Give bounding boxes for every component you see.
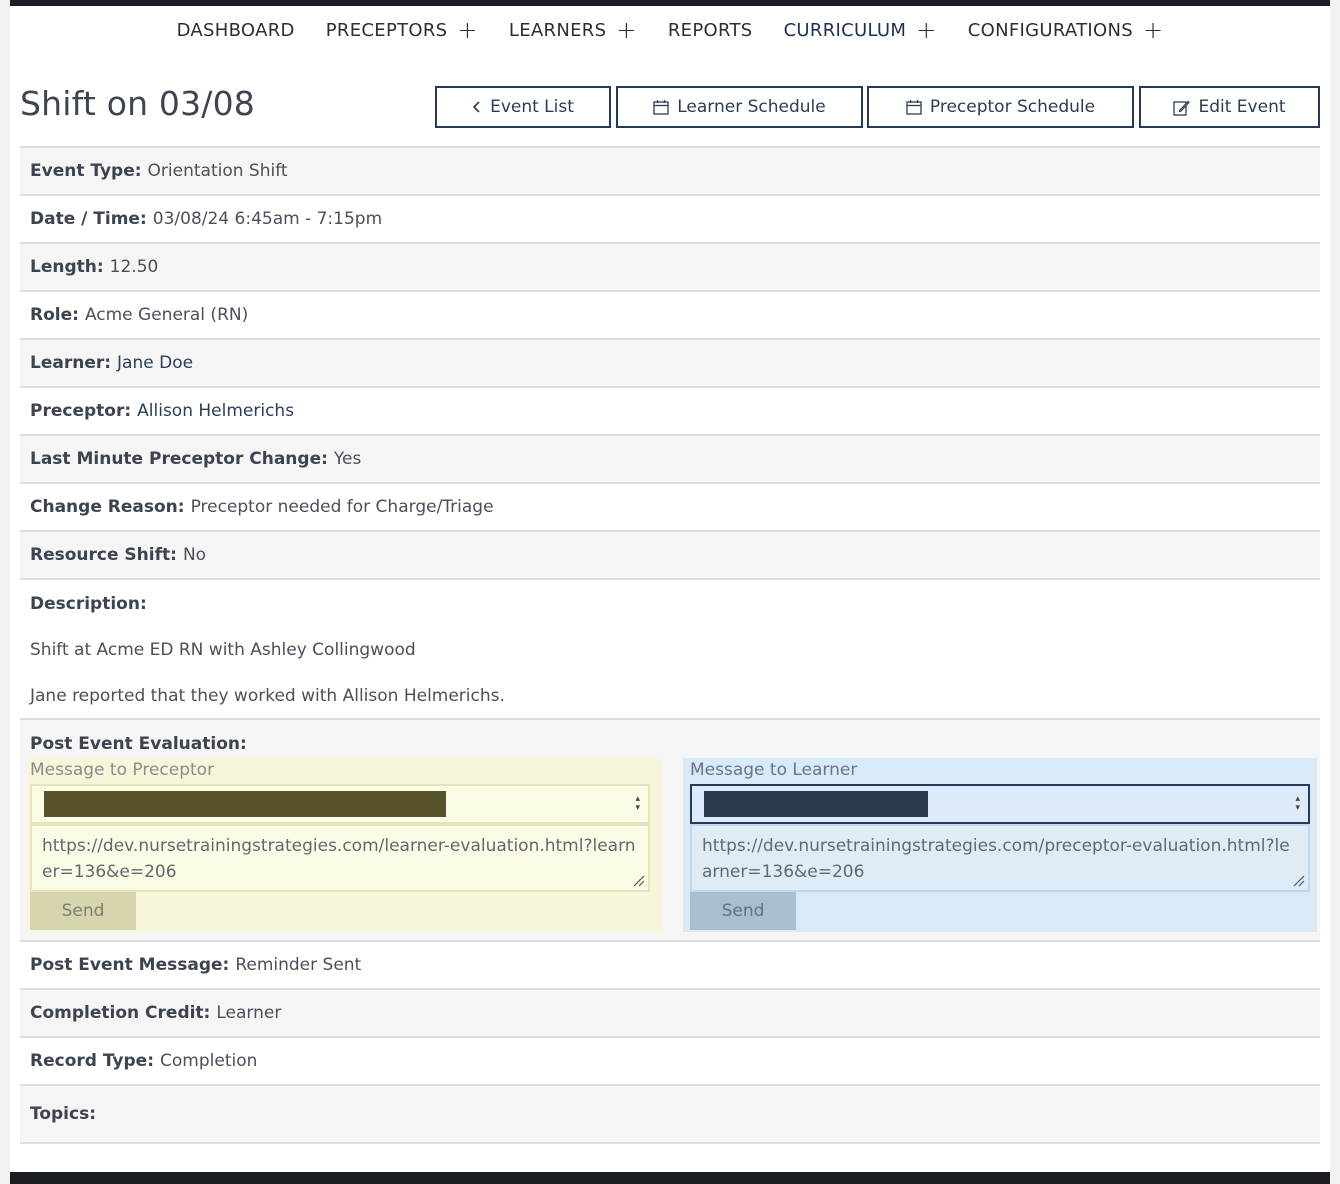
evaluation-label: Post Event Evaluation: xyxy=(30,734,247,754)
nav-curriculum[interactable]: CURRICULUM + xyxy=(784,18,937,44)
event-details: Event Type: Orientation Shift Date / Time… xyxy=(20,146,1320,1144)
detail-value: Learner xyxy=(216,1003,282,1023)
post-event-evaluation: Post Event Evaluation: Message to Precep… xyxy=(20,718,1320,940)
edit-event-button[interactable]: Edit Event xyxy=(1139,86,1320,128)
edit-event-label: Edit Event xyxy=(1198,97,1286,117)
calendar-icon xyxy=(653,100,669,115)
description-label: Description: xyxy=(30,594,147,614)
detail-label: Event Type: xyxy=(30,161,142,181)
detail-label: Learner: xyxy=(30,353,112,373)
learner-message-url: https://dev.nursetrainingstrategies.com/… xyxy=(702,836,1290,882)
preceptor-message-url: https://dev.nursetrainingstrategies.com/… xyxy=(42,836,636,882)
detail-row-last-minute-change: Last Minute Preceptor Change: Yes xyxy=(20,434,1320,482)
nav-preceptors-label: PRECEPTORS xyxy=(325,20,448,41)
detail-label: Preceptor: xyxy=(30,401,132,421)
nav-curriculum-label: CURRICULUM xyxy=(783,20,907,41)
resize-grip-icon[interactable] xyxy=(1293,875,1305,887)
detail-row-topics: Topics: xyxy=(20,1084,1320,1142)
detail-row-event-type: Event Type: Orientation Shift xyxy=(20,146,1320,194)
nav-configurations[interactable]: CONFIGURATIONS + xyxy=(968,18,1164,44)
detail-value: Completion xyxy=(160,1051,258,1071)
learner-message-textarea[interactable]: https://dev.nursetrainingstrategies.com/… xyxy=(690,824,1310,892)
detail-row-record-type: Record Type: Completion xyxy=(20,1036,1320,1084)
description-line: Jane reported that they worked with Alli… xyxy=(30,686,505,706)
nav-preceptors[interactable]: PRECEPTORS + xyxy=(326,18,478,44)
resize-grip-icon[interactable] xyxy=(633,875,645,887)
nav-configurations-label: CONFIGURATIONS xyxy=(967,20,1133,41)
description-section: Description: Shift at Acme ED RN with As… xyxy=(20,578,1320,718)
preceptor-recipient-select[interactable]: ▴ ▾ xyxy=(30,784,650,824)
detail-row-post-event-message: Post Event Message: Reminder Sent xyxy=(20,940,1320,988)
detail-label: Record Type: xyxy=(30,1051,155,1071)
learner-message-panel: Message to Learner ▴ ▾ https://dev.nurset… xyxy=(683,758,1317,932)
event-list-button[interactable]: Event List xyxy=(435,86,611,128)
main-nav: DASHBOARD PRECEPTORS + LEARNERS + REPORTS … xyxy=(10,18,1330,44)
learner-schedule-button[interactable]: Learner Schedule xyxy=(616,86,863,128)
nav-learners-label: LEARNERS xyxy=(508,20,607,41)
redacted-value xyxy=(44,791,446,817)
detail-value: 03/08/24 6:45am - 7:15pm xyxy=(152,209,383,229)
detail-label: Completion Credit: xyxy=(30,1003,211,1023)
preceptor-link[interactable]: Allison Helmerichs xyxy=(137,401,294,421)
nav-reports-label: REPORTS xyxy=(667,20,753,41)
detail-label: Role: xyxy=(30,305,79,325)
edit-icon xyxy=(1173,100,1191,116)
detail-value: Orientation Shift xyxy=(147,161,288,181)
detail-value: Reminder Sent xyxy=(235,955,362,975)
select-arrows-icon: ▴ ▾ xyxy=(635,794,640,813)
nav-dashboard-label: DASHBOARD xyxy=(176,20,295,41)
learner-schedule-label: Learner Schedule xyxy=(677,97,826,117)
detail-row-length: Length: 12.50 xyxy=(20,242,1320,290)
detail-row-resource-shift: Resource Shift: No xyxy=(20,530,1320,578)
learner-link[interactable]: Jane Doe xyxy=(117,353,193,373)
event-list-label: Event List xyxy=(490,97,574,117)
detail-label: Resource Shift: xyxy=(30,545,177,565)
detail-label: Topics: xyxy=(30,1104,97,1124)
detail-value: Preceptor needed for Charge/Triage xyxy=(190,497,494,517)
calendar-icon xyxy=(906,100,922,115)
plus-icon[interactable]: + xyxy=(616,18,636,42)
page-title: Shift on 03/08 xyxy=(20,84,255,123)
description-line: Shift at Acme ED RN with Ashley Collingw… xyxy=(30,640,416,660)
plus-icon[interactable]: + xyxy=(457,18,477,42)
page: DASHBOARD PRECEPTORS + LEARNERS + REPORTS … xyxy=(10,0,1330,1184)
learner-recipient-select[interactable]: ▴ ▾ xyxy=(690,784,1310,824)
nav-reports[interactable]: REPORTS xyxy=(668,18,753,44)
divider xyxy=(20,1142,1320,1144)
chevron-left-icon xyxy=(472,101,480,113)
nav-learners[interactable]: LEARNERS + xyxy=(509,18,637,44)
detail-row-completion-credit: Completion Credit: Learner xyxy=(20,988,1320,1036)
preceptor-schedule-label: Preceptor Schedule xyxy=(929,97,1096,117)
detail-row-date-time: Date / Time: 03/08/24 6:45am - 7:15pm xyxy=(20,194,1320,242)
detail-row-role: Role: Acme General (RN) xyxy=(20,290,1320,338)
detail-value: Yes xyxy=(333,449,362,469)
learner-message-title: Message to Learner xyxy=(690,760,858,780)
preceptor-message-textarea[interactable]: https://dev.nursetrainingstrategies.com/… xyxy=(30,824,650,892)
select-arrows-icon: ▴ ▾ xyxy=(1295,794,1300,813)
send-preceptor-button[interactable]: Send xyxy=(30,892,136,930)
detail-row-learner: Learner: Jane Doe xyxy=(20,338,1320,386)
preceptor-schedule-button[interactable]: Preceptor Schedule xyxy=(867,86,1134,128)
detail-label: Date / Time: xyxy=(30,209,147,229)
detail-value: 12.50 xyxy=(109,257,159,277)
detail-label: Post Event Message: xyxy=(30,955,230,975)
detail-row-change-reason: Change Reason: Preceptor needed for Charg… xyxy=(20,482,1320,530)
detail-label: Change Reason: xyxy=(30,497,185,517)
preceptor-message-panel: Message to Preceptor ▴ ▾ https://dev.nurs… xyxy=(28,758,662,932)
send-learner-button[interactable]: Send xyxy=(690,892,796,930)
footer-bar xyxy=(10,1172,1330,1184)
detail-row-preceptor: Preceptor: Allison Helmerichs xyxy=(20,386,1320,434)
detail-value: Acme General (RN) xyxy=(84,305,249,325)
top-bar xyxy=(10,0,1330,6)
redacted-value xyxy=(704,791,928,817)
plus-icon[interactable]: + xyxy=(916,18,936,42)
plus-icon[interactable]: + xyxy=(1143,18,1163,42)
detail-label: Length: xyxy=(30,257,104,277)
detail-value: No xyxy=(182,545,207,565)
preceptor-message-title: Message to Preceptor xyxy=(30,760,215,780)
detail-label: Last Minute Preceptor Change: xyxy=(30,449,328,469)
nav-dashboard[interactable]: DASHBOARD xyxy=(177,18,295,44)
